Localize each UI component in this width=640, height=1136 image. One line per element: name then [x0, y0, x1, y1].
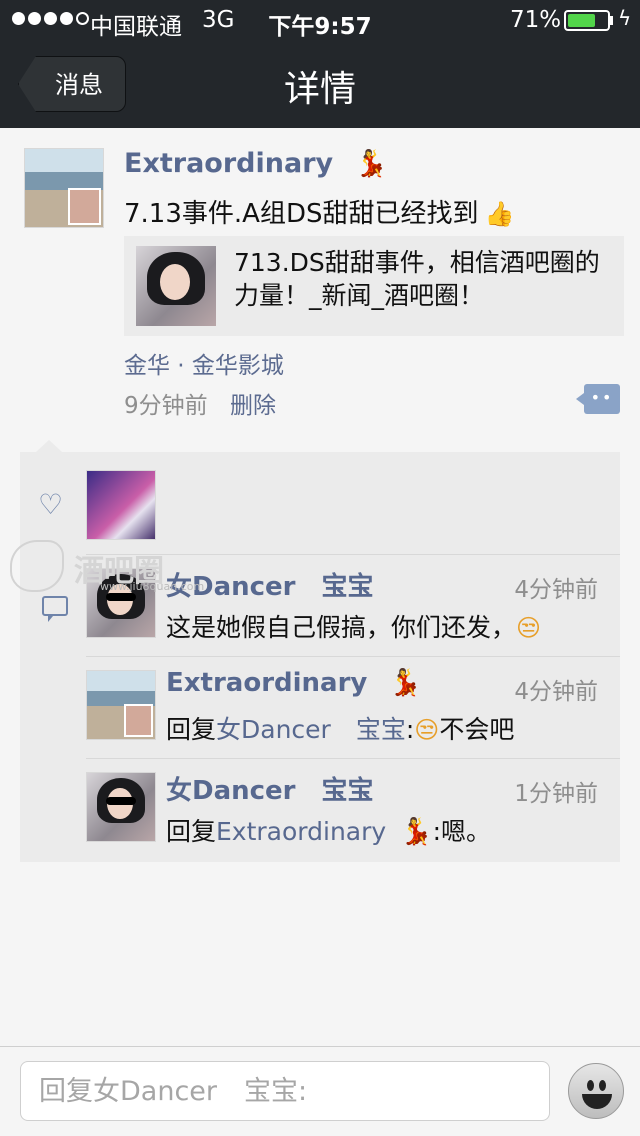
- reply-input[interactable]: [20, 1061, 550, 1121]
- commenter-name[interactable]: 女Dancer 宝宝: [166, 770, 374, 807]
- panel-pointer: [36, 440, 62, 452]
- delete-button[interactable]: 删除: [230, 386, 276, 420]
- comment-text-row[interactable]: 回复Extraordinary 💃:嗯。: [166, 812, 491, 848]
- location-link[interactable]: 金华 · 金华影城: [124, 346, 284, 380]
- page-title: 详情: [283, 69, 356, 110]
- divider: [86, 656, 620, 657]
- post-text-row: 7.13事件.A组DS甜甜已经找到 👍: [124, 193, 514, 230]
- comment-text: 嗯。: [441, 817, 492, 846]
- battery-percent: 71%: [510, 7, 562, 33]
- watermark: 酒吧圈 www.jiu8quan.com: [10, 540, 204, 596]
- commenter-avatar[interactable]: [86, 772, 156, 842]
- dancer-emoji-icon: 💃: [389, 668, 422, 698]
- dancer-emoji-icon: 💃: [400, 817, 433, 847]
- divider: [86, 758, 620, 759]
- post-time: 9分钟前: [124, 393, 208, 419]
- link-thumbnail: [136, 246, 216, 326]
- post-text: 7.13事件.A组DS甜甜已经找到: [124, 199, 479, 229]
- smirk-emoji-icon: 😒: [414, 716, 440, 744]
- commenter-avatar[interactable]: [86, 670, 156, 740]
- commenter-name[interactable]: Extraordinary: [166, 668, 367, 698]
- battery-icon: [564, 10, 610, 31]
- navigation-bar: 消息 详情: [0, 40, 640, 128]
- comment-bubble-icon: [42, 596, 68, 622]
- watermark-url: www.jiu8quan.com: [100, 580, 205, 593]
- commenter-name-row: Extraordinary 💃: [166, 668, 422, 698]
- thumbs-up-icon: 👍: [484, 200, 515, 228]
- emoji-button[interactable]: [568, 1063, 624, 1119]
- reply-prefix: 回复: [166, 817, 217, 846]
- comment-action-button[interactable]: ••: [576, 384, 620, 414]
- link-title: 713.DS甜甜事件，相信酒吧圈的力量！_新闻_酒吧圈！: [234, 248, 600, 310]
- comment-text-row[interactable]: 回复女Dancer 宝宝:😒不会吧: [166, 710, 514, 746]
- shared-link-card[interactable]: 713.DS甜甜事件，相信酒吧圈的力量！_新闻_酒吧圈！: [124, 236, 624, 336]
- smirk-emoji-icon: 😒: [516, 614, 542, 642]
- battery-tip: [610, 16, 613, 25]
- comment-text: 不会吧: [439, 715, 515, 744]
- comment-time: 4分钟前: [514, 679, 598, 705]
- smiley-face-icon: [587, 1080, 594, 1091]
- watermark-logo-icon: [10, 540, 64, 592]
- author-name[interactable]: Extraordinary: [124, 148, 333, 179]
- author-name-row: Extraordinary 💃: [124, 148, 387, 179]
- status-bar: 中国联通 3G 下午9:57 71% ϟ: [0, 0, 640, 40]
- reply-bar: [0, 1046, 640, 1136]
- charging-icon: ϟ: [618, 6, 632, 30]
- more-dots-icon: ••: [590, 388, 614, 407]
- author-avatar[interactable]: [24, 148, 104, 228]
- dancer-emoji-icon: 💃: [355, 149, 388, 179]
- comment-text-row[interactable]: 这是她假自己假搞，你们还发，😒: [166, 608, 541, 644]
- reply-prefix: 回复: [166, 715, 217, 744]
- comment-time: 1分钟前: [514, 781, 598, 807]
- liker-avatar[interactable]: [86, 470, 156, 540]
- comment-time: 4分钟前: [514, 577, 598, 603]
- heart-icon: ♡: [38, 488, 64, 521]
- comment-text: 这是她假自己假搞，你们还发，: [166, 613, 517, 642]
- reply-colon: :: [432, 817, 442, 846]
- reply-to-name[interactable]: Extraordinary: [216, 817, 386, 846]
- reply-colon: :: [405, 715, 415, 744]
- reply-to-name[interactable]: 女Dancer 宝宝: [216, 715, 406, 744]
